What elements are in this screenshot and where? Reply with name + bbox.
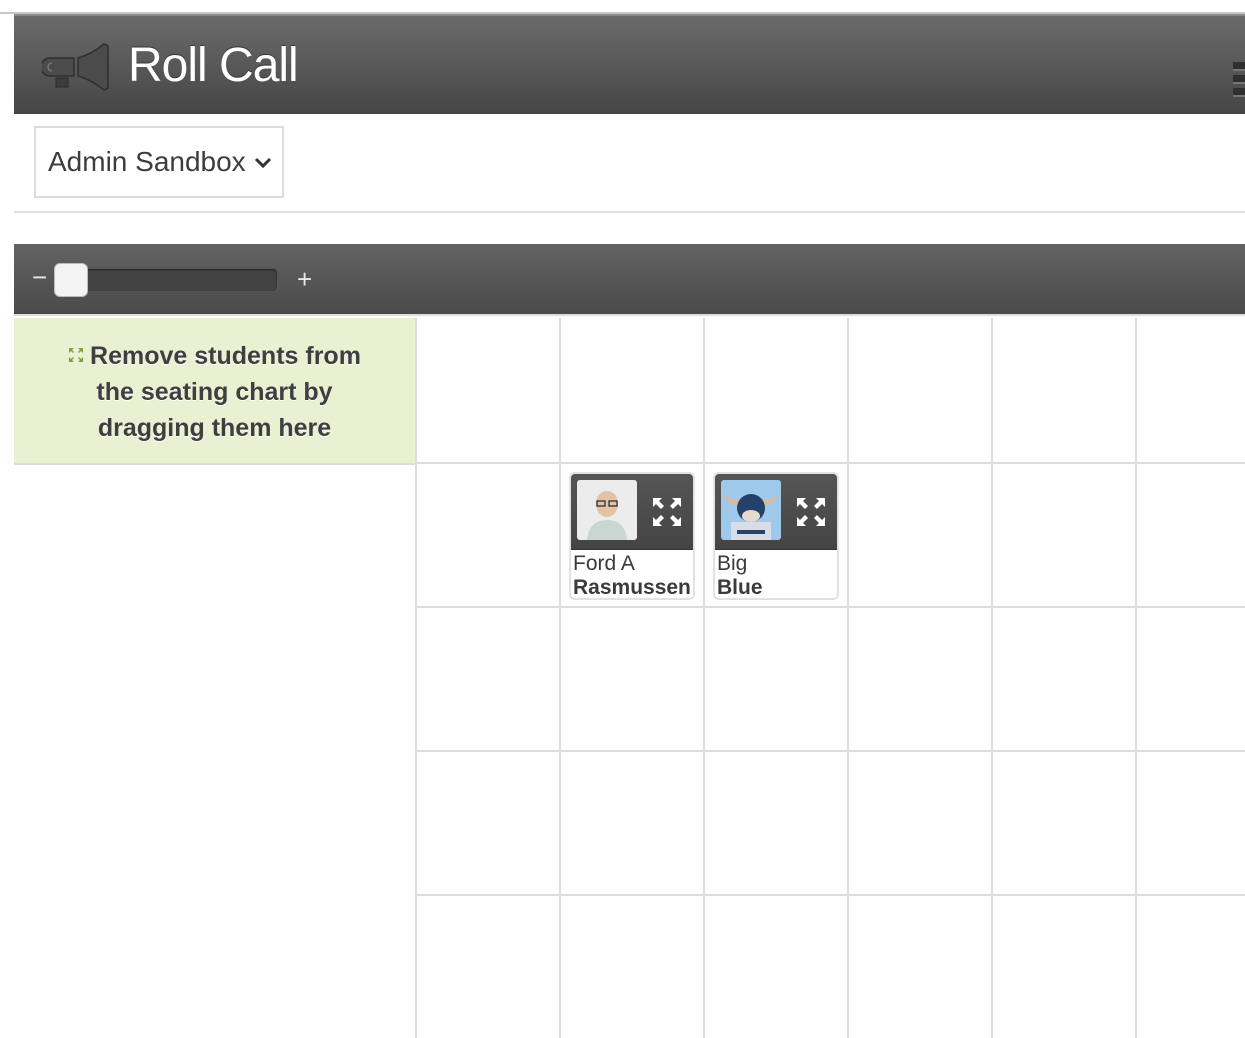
seat-cell[interactable] [991,606,1135,750]
seat-cell[interactable] [1135,606,1245,750]
divider [14,211,1245,213]
seat-cell[interactable] [703,318,847,462]
seat-cell[interactable] [1135,318,1245,462]
zoom-slider-handle[interactable] [54,263,88,297]
zoom-slider-track[interactable] [58,268,278,292]
seat-cell[interactable] [559,894,703,1038]
seat-cell[interactable] [415,750,559,894]
chevron-down-icon [254,157,271,169]
seat-cell[interactable] [991,318,1135,462]
megaphone-icon [42,43,109,91]
unseat-zone-text: Remove students from the seating chart b… [90,342,361,442]
seat-cell[interactable] [559,606,703,750]
seat-cell[interactable] [559,750,703,894]
seat-cell[interactable] [847,606,991,750]
zoom-toolbar: − + [14,244,1245,316]
seat-cell[interactable] [847,894,991,1038]
seat-cell[interactable] [1135,894,1245,1038]
seat-cell[interactable] [415,894,559,1038]
course-select[interactable]: Admin Sandbox [34,126,284,198]
expand-icon[interactable] [795,496,827,528]
seat-cell[interactable] [703,606,847,750]
seat-cell[interactable] [991,894,1135,1038]
student-card-header [715,474,837,550]
student-first-name: Big [717,552,748,575]
student-last-name: Blue [717,576,763,599]
seat-cell[interactable] [703,894,847,1038]
seat-cell[interactable] [991,462,1135,606]
mascot-photo [721,480,781,540]
expand-icon[interactable] [651,496,683,528]
app-header: Roll Call [14,14,1245,114]
course-select-value: Admin Sandbox [48,146,246,177]
seat-cell[interactable] [415,462,559,606]
seat-cell[interactable] [559,318,703,462]
seat-cell[interactable] [703,750,847,894]
unseat-drop-zone[interactable]: Remove students from the seating chart b… [14,318,415,465]
seat-cell[interactable] [415,606,559,750]
move-icon [69,348,84,363]
zoom-in-button[interactable]: + [297,264,312,295]
seat-cell[interactable] [991,750,1135,894]
seat-cell[interactable] [847,462,991,606]
seat-cell[interactable] [847,750,991,894]
student-last-name: Rasmussen [573,576,691,599]
seat-cell[interactable] [847,318,991,462]
zoom-out-button[interactable]: − [32,262,47,293]
app-title: Roll Call [128,39,299,92]
seat-cell[interactable] [1135,462,1245,606]
student-photo [577,480,637,540]
student-first-name: Ford A [573,552,635,575]
seat-cell[interactable] [415,318,559,462]
seating-grid: Ford A Rasmussen Big Blue [414,318,1245,1038]
student-card[interactable]: Ford A Rasmussen [569,472,695,600]
menu-icon[interactable] [1233,62,1245,102]
student-card-header [571,474,693,550]
seat-cell[interactable] [1135,750,1245,894]
student-card[interactable]: Big Blue [713,472,839,600]
